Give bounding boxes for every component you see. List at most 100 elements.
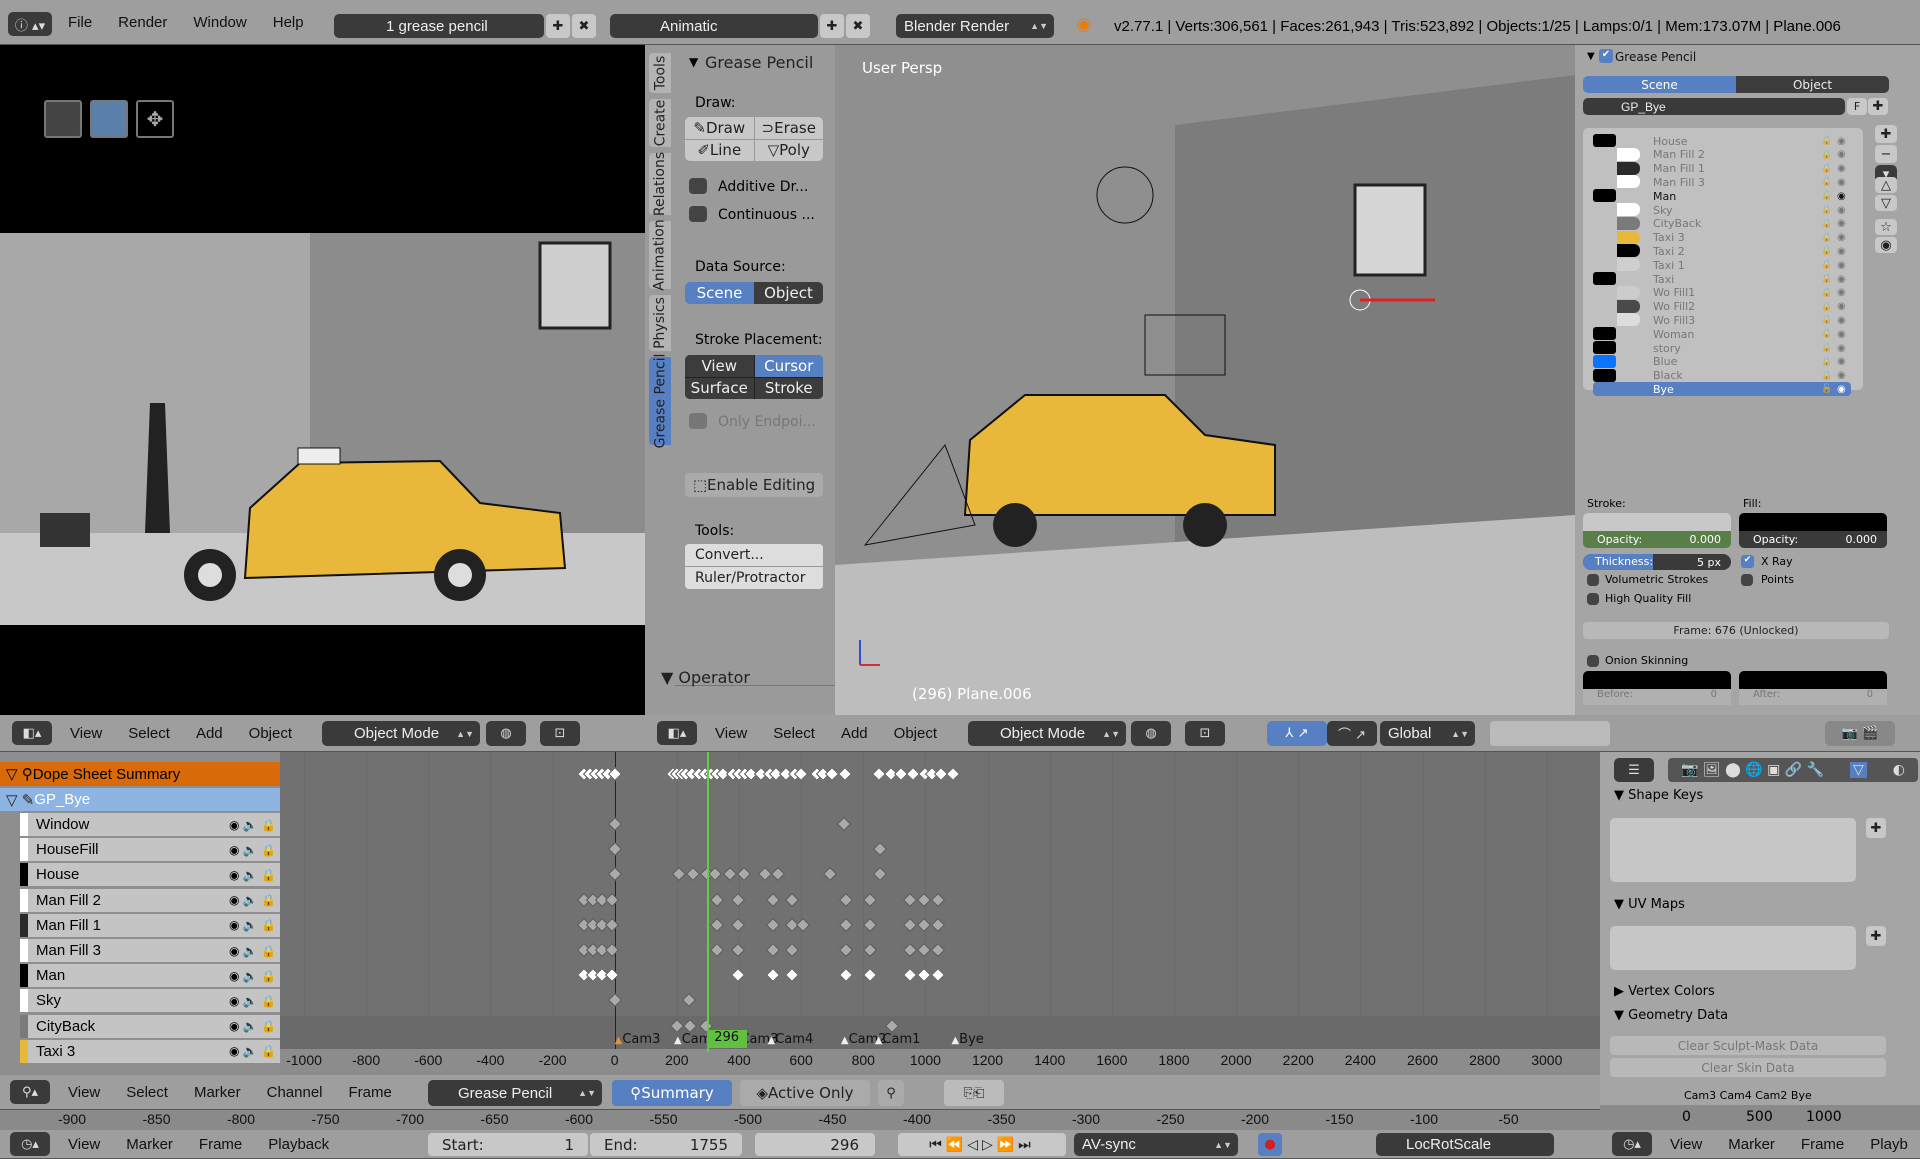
channel-row[interactable]: Man Fill 3 ◉ 🔈 🔒	[20, 939, 280, 962]
keyframe[interactable]	[837, 766, 852, 782]
grease-pencil-panel-title[interactable]: Grease Pencil	[705, 53, 813, 72]
fake-user-button[interactable]: F	[1847, 98, 1867, 115]
keyframe[interactable]	[917, 917, 932, 932]
remove-layer-button[interactable]: −	[1875, 145, 1897, 163]
erase-button[interactable]: ⊃ Erase	[754, 117, 823, 139]
keyframe[interactable]	[863, 917, 878, 932]
eye-icon[interactable]: ◉	[1837, 315, 1846, 326]
tab-relations[interactable]: Relations	[649, 152, 671, 216]
keyframe[interactable]	[863, 892, 878, 907]
operator-panel-toggle[interactable]: ▼ Operator	[661, 668, 750, 687]
placement-cursor[interactable]: Cursor	[754, 355, 823, 377]
tab-tools[interactable]: Tools	[649, 53, 671, 93]
eye-icon[interactable]: ◉	[1837, 356, 1846, 367]
menu-view[interactable]: View	[68, 1136, 100, 1153]
panel-collapse-icon[interactable]: ▼	[1587, 51, 1595, 62]
lock-icon[interactable]: 🔒	[1821, 315, 1832, 325]
keyframe[interactable]	[765, 968, 780, 983]
keyframe[interactable]	[902, 892, 917, 907]
render-preview-icon[interactable]	[44, 100, 82, 138]
panel-collapse-icon[interactable]: ▼	[689, 55, 698, 69]
pivot-select[interactable]: ⊡	[540, 721, 580, 746]
layer-row[interactable]: Sky 🔒 ◉	[1593, 203, 1851, 217]
keyframe[interactable]	[902, 942, 917, 958]
layer-row[interactable]: Man 🔓 ◉	[1593, 189, 1851, 203]
visibility-mute-lock-icons[interactable]: ◉ 🔈 🔒	[229, 868, 276, 882]
keyframe[interactable]	[604, 942, 619, 958]
placement-view[interactable]: View	[685, 355, 754, 377]
keyframe[interactable]	[902, 917, 917, 932]
menu-file[interactable]: File	[68, 14, 92, 31]
editor-type-icon[interactable]: ◧▴	[12, 721, 52, 745]
channel-row[interactable]: Man Fill 1 ◉ 🔈 🔒	[20, 913, 280, 937]
current-frame-line[interactable]	[706, 752, 709, 1052]
visibility-mute-lock-icons[interactable]: ◉ 🔈 🔒	[229, 994, 276, 1008]
keyframe[interactable]	[722, 867, 738, 882]
layer-name[interactable]: House	[1653, 135, 1687, 148]
shape-keys-list[interactable]	[1610, 818, 1856, 882]
marker[interactable]: ▲Bye	[951, 1032, 983, 1047]
delete-scene-button[interactable]: ✖	[846, 14, 870, 38]
add-shape-key-button[interactable]: ✚	[1866, 818, 1886, 838]
summary-toggle[interactable]: ⚲ Summary	[612, 1080, 732, 1106]
new-gp-button[interactable]: ✚	[1868, 98, 1888, 115]
menu-view[interactable]: View	[68, 1084, 100, 1101]
lock-icon[interactable]: 🔒	[1821, 177, 1832, 187]
menu-help[interactable]: Help	[273, 14, 304, 31]
draw-button[interactable]: ✎ Draw	[685, 117, 754, 139]
panel-shape-keys[interactable]: ▼ Shape Keys	[1614, 788, 1703, 803]
keyframe[interactable]	[836, 816, 852, 832]
lock-icon[interactable]: 🔒	[1821, 274, 1832, 284]
fill-color-field[interactable]	[1739, 513, 1887, 531]
menu-object[interactable]: Object	[894, 725, 937, 742]
layer-name[interactable]: Wo Fill3	[1653, 314, 1695, 327]
layer-row[interactable]: Taxi 1 🔒 ◉	[1593, 258, 1851, 272]
lock-icon[interactable]: 🔒	[1821, 357, 1832, 367]
render-buttons[interactable]: 📷 🎬	[1825, 721, 1895, 746]
channel-row[interactable]: CityBack ◉ 🔈 🔒	[20, 1014, 280, 1038]
eye-icon[interactable]: ◉	[1837, 301, 1846, 312]
onion-before-color[interactable]	[1583, 671, 1731, 689]
layer-row[interactable]: House 🔒 ◉	[1593, 134, 1851, 148]
dope-mode-select[interactable]: Grease Pencil ▲▼	[428, 1080, 602, 1106]
gp-datablock-channel[interactable]: ▽ ✎ GP_Bye	[0, 788, 280, 811]
onion-before-field[interactable]: Before: 0	[1583, 689, 1731, 705]
visibility-mute-lock-icons[interactable]: ◉ 🔈 🔒	[229, 843, 276, 857]
layer-name[interactable]: Bye	[1653, 383, 1674, 396]
menu-select[interactable]: Select	[128, 725, 170, 742]
keyframe[interactable]	[607, 816, 622, 832]
dope-sheet-summary-channel[interactable]: ▽ ⚲ Dope Sheet Summary	[0, 762, 280, 786]
render-engine-select[interactable]: Blender Render ▲▼	[896, 14, 1054, 38]
eye-icon[interactable]: ◉	[1837, 205, 1846, 216]
menu-select[interactable]: Select	[773, 725, 815, 742]
volumetric-strokes-checkbox[interactable]	[1587, 574, 1599, 586]
mode-select[interactable]: Object Mode ▲▼	[322, 721, 480, 746]
move-layer-up-button[interactable]: △	[1875, 177, 1897, 193]
panel-uv-maps[interactable]: ▼ UV Maps	[1614, 897, 1685, 912]
eye-icon[interactable]: ◉	[1837, 218, 1846, 229]
lock-icon[interactable]: 🔒	[1821, 329, 1832, 339]
delete-screen-button[interactable]: ✖	[572, 14, 596, 38]
marker[interactable]: ▲Cam4	[768, 1032, 814, 1047]
context-tabs[interactable]: 📷 🖼 ⬤ 🌐 ▣ 🔗 🔧 ▽ ◐	[1668, 758, 1918, 782]
channel-row[interactable]: Sky ◉ 🔈 🔒	[20, 989, 280, 1013]
keyframe[interactable]	[709, 917, 724, 932]
shading-select[interactable]: ◍	[1131, 721, 1171, 746]
eye-icon[interactable]: ◉	[1837, 287, 1846, 298]
menu-marker[interactable]: Marker	[194, 1084, 241, 1101]
keyframe[interactable]	[604, 968, 619, 983]
gp-source-object[interactable]: Object	[1736, 76, 1889, 93]
lock-icon[interactable]: 🔒	[1821, 246, 1832, 256]
keyframe[interactable]	[946, 766, 961, 782]
lock-icon[interactable]: 🔒	[1821, 233, 1832, 243]
camera-view-editor[interactable]: ✥	[0, 45, 645, 715]
expand-icon[interactable]: ▽ ✎	[6, 791, 34, 809]
editor-type-icon[interactable]: ◷▴	[1612, 1132, 1652, 1156]
onion-after-color[interactable]	[1739, 671, 1887, 689]
keyframe[interactable]	[709, 892, 724, 907]
scene-select[interactable]: Animatic	[610, 14, 818, 38]
keyframe[interactable]	[917, 942, 932, 958]
keyframe[interactable]	[931, 942, 946, 958]
keyframe[interactable]	[730, 942, 745, 958]
current-frame-indicator[interactable]: 296	[706, 1030, 747, 1048]
